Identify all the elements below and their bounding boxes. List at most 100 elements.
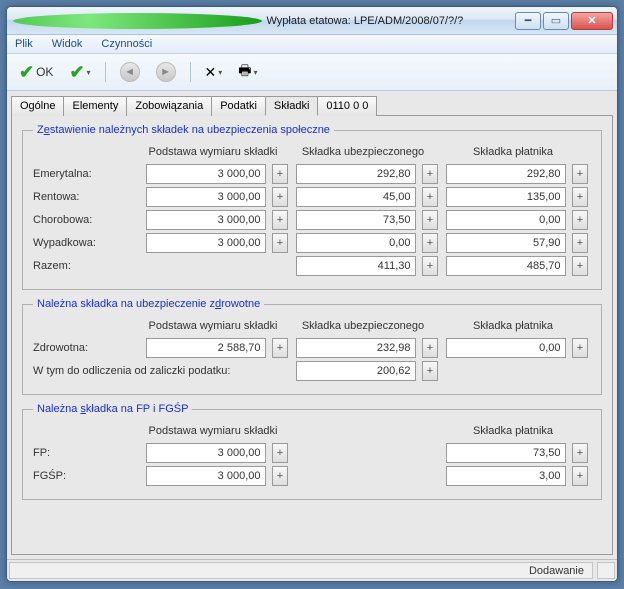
value-field[interactable]: 57,90 [446, 233, 566, 253]
expand-button[interactable]: + [572, 164, 588, 184]
col-header-payer: Składka płatnika [438, 425, 588, 437]
value-field[interactable]: 0,00 [446, 210, 566, 230]
expand-button[interactable]: + [272, 443, 288, 463]
value-field[interactable]: 232,98 [296, 338, 416, 358]
group-social-insurance: Zestawienie należnych składek na ubezpie… [22, 124, 602, 290]
tab-0110[interactable]: 0110 0 0 [317, 96, 377, 116]
tab-panel: Zestawienie należnych składek na ubezpie… [11, 115, 613, 555]
menubar: Plik Widok Czynności [7, 35, 617, 54]
expand-button[interactable]: + [572, 233, 588, 253]
table-row: Rentowa: 3 000,00 +45,00 +135,00 + [33, 187, 591, 207]
expand-button[interactable]: + [572, 210, 588, 230]
tab-podatki[interactable]: Podatki [211, 96, 266, 116]
row-zdrowotna: Zdrowotna: 2 588,70 + 232,98 + 0,00 + [33, 338, 591, 358]
tools-button[interactable]: ✕▾ [199, 62, 229, 83]
table-row: Chorobowa:3 000,00+73,50+0,00+ [33, 210, 591, 230]
minimize-button[interactable]: ━ [515, 12, 541, 30]
value-field[interactable]: 485,70 [446, 256, 566, 276]
tab-elementy[interactable]: Elementy [63, 96, 127, 116]
col-header-basis: Podstawa wymiaru składki [138, 146, 288, 158]
close-button[interactable]: ✕ [571, 12, 613, 30]
value-field[interactable]: 45,00 [296, 187, 416, 207]
col-header-insured: Składka ubezpieczonego [288, 320, 438, 332]
row-label: Wypadkowa: [33, 237, 138, 249]
col-header-basis: Podstawa wymiaru składki [138, 320, 288, 332]
separator [105, 62, 106, 82]
value-field[interactable]: 411,30 [296, 256, 416, 276]
expand-button[interactable]: + [572, 256, 588, 276]
toolbar: ✔ OK ✔ ▾ ◄ ► ✕▾ 🖶▾ [7, 54, 617, 91]
expand-button[interactable]: + [572, 187, 588, 207]
value-field[interactable]: 135,00 [446, 187, 566, 207]
tools-icon: ✕ [205, 64, 217, 81]
value-field[interactable]: 73,50 [446, 443, 566, 463]
expand-button[interactable]: + [422, 338, 438, 358]
expand-button[interactable]: + [272, 338, 288, 358]
maximize-button[interactable]: ▭ [543, 12, 569, 30]
table-row: Emerytalna: 3 000,00 +292,80 +292,80 + [33, 164, 591, 184]
row-label: Zdrowotna: [33, 342, 138, 354]
expand-button[interactable]: + [272, 466, 288, 486]
value-field[interactable]: 3 000,00 [146, 466, 266, 486]
window-title: Wypłata etatowa: LPE/ADM/2008/07/?/? [267, 15, 516, 27]
value-field[interactable]: 3 000,00 [146, 164, 266, 184]
statusbar: Dodawanie [7, 559, 617, 581]
value-field[interactable]: 200,62 [296, 361, 416, 381]
app-icon [13, 13, 262, 29]
expand-button[interactable]: + [272, 210, 288, 230]
expand-button[interactable]: + [572, 443, 588, 463]
menu-file[interactable]: Plik [15, 38, 33, 50]
row-label: W tym do odliczenia od zaliczki podatku: [33, 365, 288, 377]
check-icon: ✔ [69, 62, 84, 83]
value-field[interactable]: 3,00 [446, 466, 566, 486]
expand-button[interactable]: + [422, 210, 438, 230]
expand-button[interactable]: + [272, 233, 288, 253]
expand-button[interactable]: + [422, 164, 438, 184]
value-field[interactable]: 292,80 [296, 164, 416, 184]
group-legend: Zestawienie należnych składek na ubezpie… [33, 124, 334, 136]
expand-button[interactable]: + [272, 187, 288, 207]
menu-actions[interactable]: Czynności [101, 38, 152, 50]
tab-zobowiazania[interactable]: Zobowiązania [126, 96, 212, 116]
value-field[interactable]: 0,00 [446, 338, 566, 358]
table-row: FGŚP: 3 000,00 +3,00 + [33, 466, 591, 486]
col-header-basis: Podstawa wymiaru składki [138, 425, 288, 437]
value-field[interactable]: 292,80 [446, 164, 566, 184]
content-area: Ogólne Elementy Zobowiązania Podatki Skł… [7, 91, 617, 559]
row-label: Emerytalna: [33, 168, 138, 180]
table-row: FP:3 000,00+73,50+ [33, 443, 591, 463]
app-window: Wypłata etatowa: LPE/ADM/2008/07/?/? ━ ▭… [6, 6, 618, 582]
expand-button[interactable]: + [572, 338, 588, 358]
arrow-left-icon: ◄ [120, 62, 140, 82]
expand-button[interactable]: + [422, 187, 438, 207]
expand-button[interactable]: + [572, 466, 588, 486]
arrow-right-icon: ► [156, 62, 176, 82]
row-label: FGŚP: [33, 470, 138, 482]
tab-skladki[interactable]: Składki [265, 96, 318, 116]
titlebar[interactable]: Wypłata etatowa: LPE/ADM/2008/07/?/? ━ ▭… [7, 7, 617, 35]
expand-button[interactable]: + [272, 164, 288, 184]
value-field[interactable]: 73,50 [296, 210, 416, 230]
nav-back-button[interactable]: ◄ [114, 60, 146, 84]
value-field[interactable]: 3 000,00 [146, 443, 266, 463]
expand-button[interactable]: + [422, 233, 438, 253]
apply-button[interactable]: ✔ ▾ [63, 60, 96, 85]
value-field[interactable]: 3 000,00 [146, 187, 266, 207]
group-legend: Należna składka na ubezpieczenie zdrowot… [33, 298, 264, 310]
ok-button[interactable]: ✔ OK [13, 60, 59, 85]
tab-ogolne[interactable]: Ogólne [11, 96, 64, 116]
expand-button[interactable]: + [422, 361, 438, 381]
value-field[interactable]: 3 000,00 [146, 210, 266, 230]
group-legend: Należna składka na FP i FGŚP [33, 403, 192, 415]
col-header-payer: Składka płatnika [438, 320, 588, 332]
nav-forward-button[interactable]: ► [150, 60, 182, 84]
expand-button[interactable]: + [422, 256, 438, 276]
chevron-down-icon: ▾ [87, 68, 91, 77]
menu-view[interactable]: Widok [52, 38, 83, 50]
row-label: Rentowa: [33, 191, 138, 203]
value-field[interactable]: 0,00 [296, 233, 416, 253]
value-field[interactable]: 3 000,00 [146, 233, 266, 253]
chevron-down-icon: ▾ [254, 68, 258, 77]
print-button[interactable]: 🖶▾ [232, 58, 263, 86]
value-field[interactable]: 2 588,70 [146, 338, 266, 358]
